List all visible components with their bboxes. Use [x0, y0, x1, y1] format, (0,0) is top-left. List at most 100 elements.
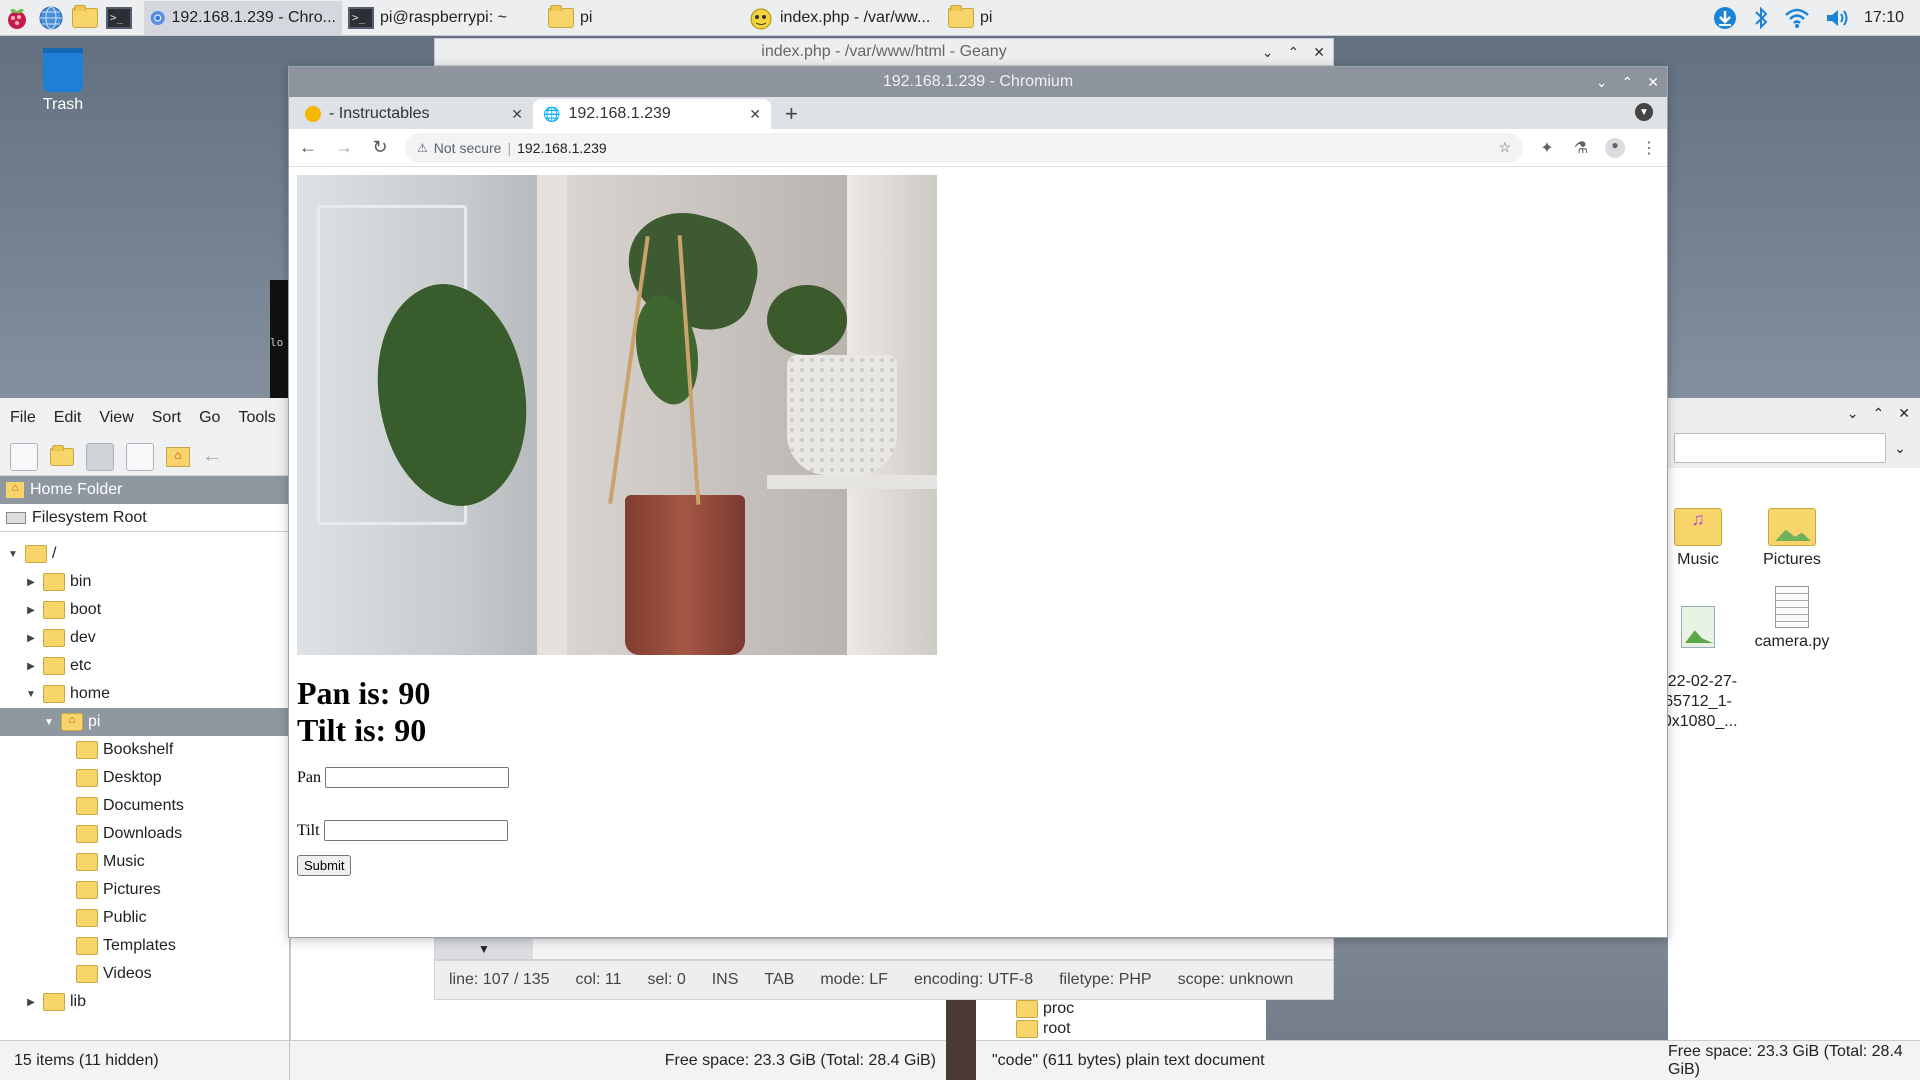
- tree-item-home[interactable]: ▼ home: [0, 680, 289, 708]
- tilt-row: Tilt: [297, 820, 1659, 841]
- extensions-icon[interactable]: ✦: [1537, 138, 1557, 158]
- tree-item-pictures[interactable]: Pictures: [0, 876, 289, 904]
- folder-icon: [43, 685, 65, 703]
- downloads-folder-icon: [76, 825, 98, 843]
- url-text[interactable]: 192.168.1.239: [517, 140, 607, 156]
- geany-titlebar[interactable]: index.php - /var/www/html - Geany ⌄ ⌃ ✕: [434, 38, 1334, 66]
- place-filesystem-root[interactable]: Filesystem Root: [0, 504, 289, 532]
- minimize-icon[interactable]: ⌄: [1847, 405, 1859, 422]
- pan-input[interactable]: [325, 767, 509, 788]
- fm-right-pathbar: ⌄: [1668, 428, 1920, 468]
- not-secure-label[interactable]: Not secure: [434, 140, 502, 156]
- expander-closed-icon: ▶: [27, 632, 35, 644]
- new-window-button[interactable]: [10, 442, 38, 471]
- profile-avatar[interactable]: ●: [1605, 137, 1625, 158]
- browser-launcher[interactable]: [34, 1, 68, 35]
- maximize-icon[interactable]: ⌃: [1622, 74, 1634, 91]
- tree-item-videos[interactable]: Videos: [0, 960, 289, 988]
- wifi-icon[interactable]: [1784, 7, 1810, 29]
- task-geany[interactable]: index.php - /var/ww...: [742, 1, 942, 35]
- close-icon[interactable]: ✕: [1313, 44, 1325, 61]
- close-icon[interactable]: ✕: [1898, 405, 1910, 422]
- new-tab-button[interactable]: +: [771, 99, 812, 129]
- chevron-down-icon[interactable]: ▼: [435, 939, 533, 959]
- bookmark-star-icon[interactable]: ☆: [1498, 139, 1511, 156]
- place-home-folder[interactable]: ⌂ Home Folder: [0, 476, 289, 504]
- raspberry-icon: [8, 8, 26, 29]
- close-icon[interactable]: ✕: [511, 106, 523, 123]
- update-icon[interactable]: [1712, 5, 1738, 31]
- minimize-icon[interactable]: ⌄: [1262, 44, 1274, 61]
- volume-icon[interactable]: [1824, 7, 1850, 29]
- icon-view-button[interactable]: [86, 442, 114, 471]
- tree-item-boot[interactable]: ▶ boot: [0, 596, 289, 624]
- file-pictures[interactable]: Pictures: [1742, 508, 1842, 570]
- labs-flask-icon[interactable]: ⚗: [1571, 138, 1591, 158]
- tree-item-public[interactable]: Public: [0, 904, 289, 932]
- task-terminal[interactable]: >_ pi@raspberrypi: ~: [342, 1, 542, 35]
- path-input[interactable]: [1674, 433, 1886, 463]
- music-folder-icon: [76, 853, 98, 871]
- file-camera-py[interactable]: camera.py: [1742, 586, 1842, 652]
- fm-menubar: File Edit View Sort Go Tools: [0, 398, 289, 438]
- tree-item-etc[interactable]: ▶ etc: [0, 652, 289, 680]
- address-bar[interactable]: ⚠ Not secure | 192.168.1.239 ☆: [405, 132, 1523, 163]
- file-manager-launcher[interactable]: [68, 1, 102, 35]
- reload-button[interactable]: ↻: [369, 137, 391, 158]
- home-icon: ⌂: [6, 482, 24, 498]
- task-chromium[interactable]: 192.168.1.239 - Chro...: [144, 0, 342, 35]
- close-icon[interactable]: ✕: [1647, 74, 1659, 91]
- chromium-icon: [150, 10, 165, 25]
- maximize-icon[interactable]: ⌃: [1873, 405, 1885, 422]
- tree-item-templates[interactable]: Templates: [0, 932, 289, 960]
- clock[interactable]: 17:10: [1864, 9, 1904, 27]
- forward-button[interactable]: →: [333, 137, 355, 158]
- chevron-down-icon[interactable]: ⌄: [1886, 440, 1914, 457]
- menu-file[interactable]: File: [10, 409, 36, 427]
- tree-item-bookshelf[interactable]: Bookshelf: [0, 736, 289, 764]
- drive-icon: [6, 511, 26, 524]
- tab-instructables[interactable]: - Instructables ✕: [295, 99, 533, 129]
- home-button[interactable]: ⌂: [166, 446, 190, 467]
- directory-tree: ▼ / ▶ bin ▶ boot ▶ dev ▶ etc ▼ home ▼ ⌂ pi Books…: [0, 540, 289, 1016]
- expander-open-icon: ▼: [44, 716, 54, 728]
- kebab-menu-icon[interactable]: ⋮: [1639, 138, 1659, 158]
- menu-tools[interactable]: Tools: [238, 409, 275, 427]
- tree-item-pi[interactable]: ▼ ⌂ pi: [0, 708, 289, 736]
- terminal-launcher[interactable]: >_: [102, 1, 136, 35]
- task-file-manager-2[interactable]: pi: [942, 1, 1102, 35]
- list-view-button[interactable]: [126, 442, 154, 471]
- tree-item-documents[interactable]: Documents: [0, 792, 289, 820]
- menu-edit[interactable]: Edit: [54, 409, 82, 427]
- tree-item-root-dir[interactable]: root: [976, 1018, 1266, 1040]
- tree-item-bin[interactable]: ▶ bin: [0, 568, 289, 596]
- pan-label: Pan: [297, 768, 321, 786]
- tree-item-music[interactable]: Music: [0, 848, 289, 876]
- menu-go[interactable]: Go: [199, 409, 220, 427]
- task-file-manager-1[interactable]: pi: [542, 1, 742, 35]
- chromium-titlebar[interactable]: 192.168.1.239 - Chromium ⌄ ⌃ ✕: [289, 67, 1667, 97]
- close-icon[interactable]: ✕: [749, 106, 761, 123]
- back-icon[interactable]: ←: [202, 445, 222, 468]
- tab-search-button[interactable]: ▼: [1635, 103, 1653, 121]
- tilt-input[interactable]: [323, 820, 508, 841]
- tree-item-desktop[interactable]: Desktop: [0, 764, 289, 792]
- fm-middle-status: "code" (611 bytes) plain text document: [976, 1040, 1668, 1080]
- tree-item-proc[interactable]: proc: [976, 1000, 1266, 1018]
- raspberry-menu-button[interactable]: [0, 1, 34, 35]
- bluetooth-icon[interactable]: [1752, 5, 1770, 31]
- submit-button[interactable]: Submit: [297, 855, 352, 876]
- menu-sort[interactable]: Sort: [152, 409, 181, 427]
- tree-item-lib[interactable]: ▶ lib: [0, 988, 289, 1016]
- tree-item-dev[interactable]: ▶ dev: [0, 624, 289, 652]
- trash-desktop-icon[interactable]: Trash: [30, 48, 96, 114]
- tree-item-downloads[interactable]: Downloads: [0, 820, 289, 848]
- minimize-icon[interactable]: ⌄: [1596, 74, 1608, 91]
- maximize-icon[interactable]: ⌃: [1288, 44, 1300, 61]
- webpage-content: Pan is: 90 Tilt is: 90 Pan Tilt Submit: [289, 167, 1667, 884]
- tree-item-root[interactable]: ▼ /: [0, 540, 289, 568]
- tab-local-camera[interactable]: 🌐 192.168.1.239 ✕: [533, 99, 771, 129]
- menu-view[interactable]: View: [99, 409, 133, 427]
- new-folder-button[interactable]: [50, 444, 74, 466]
- back-button[interactable]: ←: [297, 137, 319, 158]
